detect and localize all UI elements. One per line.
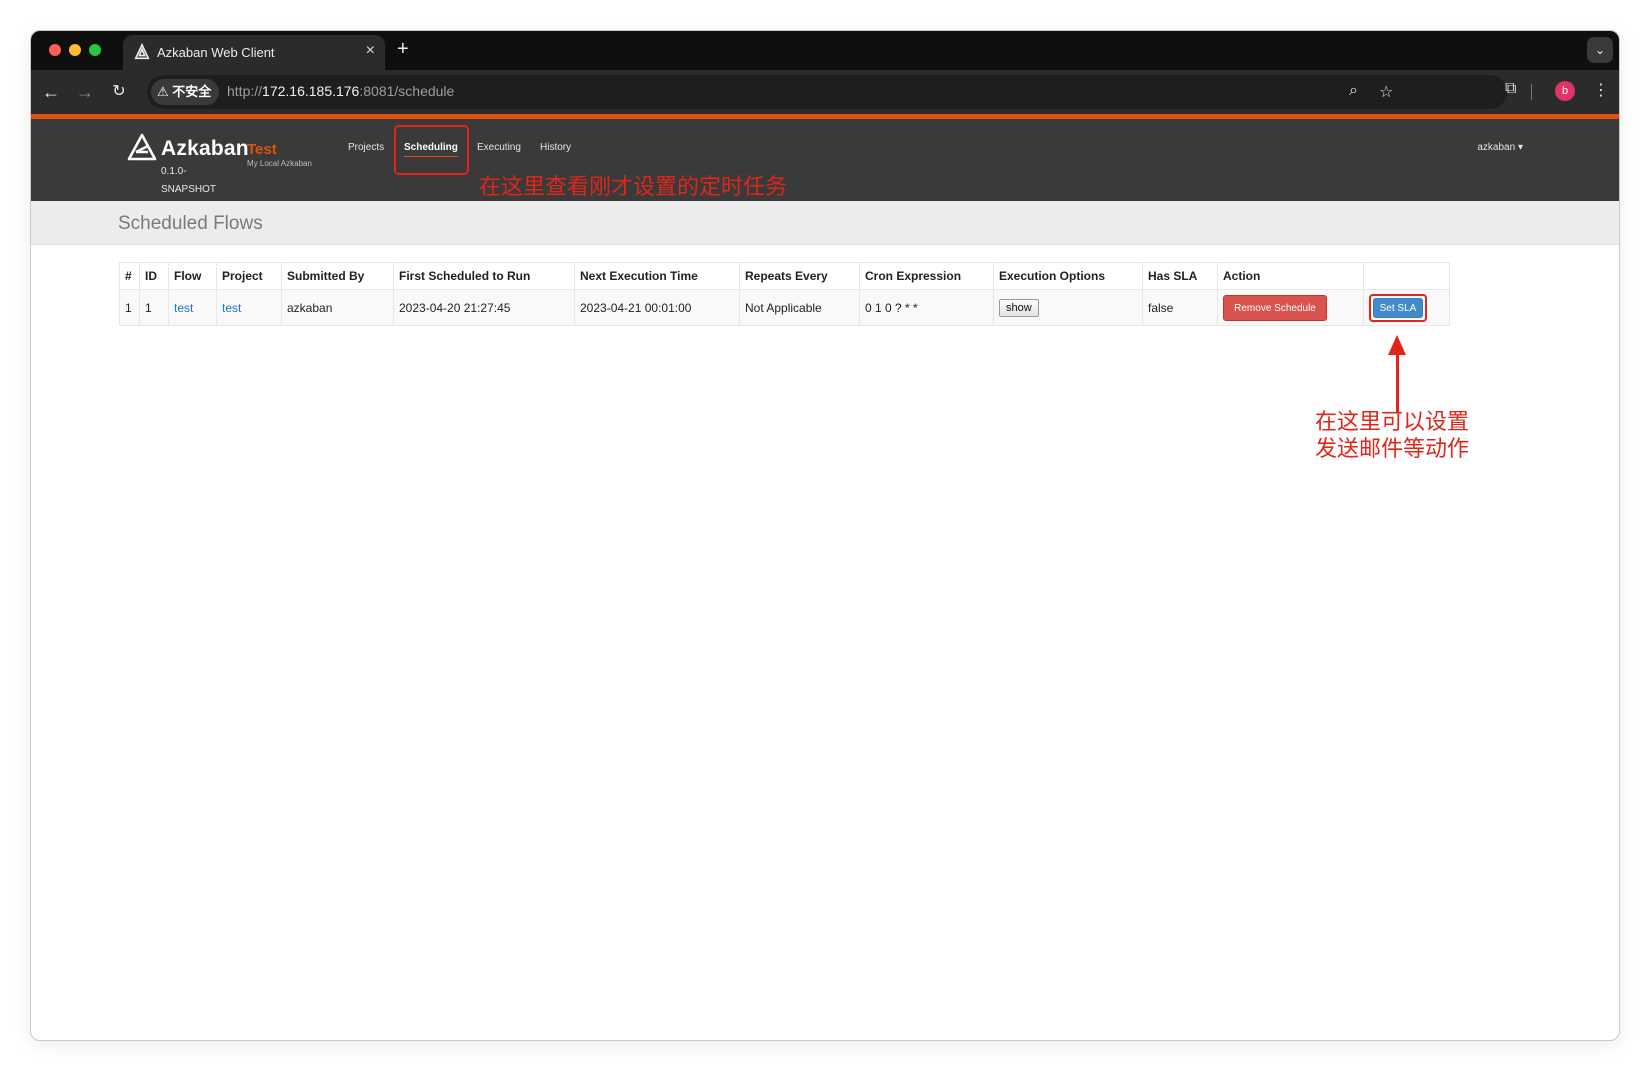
annotation-arrow-line bbox=[1396, 353, 1399, 413]
browser-menu-icon[interactable]: ⋮ bbox=[1593, 80, 1609, 100]
azkaban-header: Azkaban 0.1.0-SNAPSHOT Test My Local Azk… bbox=[31, 119, 1619, 201]
scheduling-highlight-box bbox=[394, 125, 469, 175]
url-path: :8081/schedule bbox=[359, 83, 455, 99]
azkaban-logo-icon[interactable] bbox=[127, 133, 157, 161]
version-label: 0.1.0-SNAPSHOT bbox=[161, 166, 217, 195]
environment-name: Test bbox=[247, 141, 277, 158]
project-link[interactable]: test bbox=[216, 289, 282, 326]
zoom-icon[interactable]: ⌕ bbox=[1349, 82, 1358, 100]
minimize-window-button[interactable] bbox=[69, 44, 81, 56]
col-id: ID bbox=[139, 262, 169, 290]
cell-id: 1 bbox=[139, 289, 169, 326]
page-header: Scheduled Flows bbox=[31, 201, 1619, 245]
tab-search-button[interactable]: ⌄ bbox=[1587, 37, 1613, 63]
show-options-button[interactable]: show bbox=[999, 298, 1039, 317]
cell-has-sla: false bbox=[1142, 289, 1218, 326]
profile-avatar[interactable]: b bbox=[1555, 81, 1575, 101]
environment-description: My Local Azkaban bbox=[247, 159, 312, 168]
cell-num: 1 bbox=[119, 289, 140, 326]
browser-window: Azkaban Web Client × + ⌄ ← → ↻ ⚠ 不安全 htt… bbox=[30, 30, 1620, 1041]
cell-next-execution: 2023-04-21 00:01:00 bbox=[574, 289, 740, 326]
nav-history[interactable]: History bbox=[540, 142, 571, 153]
extensions-icon[interactable]: ⧉ bbox=[1505, 80, 1516, 98]
annotation-set-sla: 在这里可以设置 发送邮件等动作 bbox=[1315, 409, 1515, 463]
azkaban-favicon-icon bbox=[134, 43, 150, 60]
annotation-arrow-head bbox=[1388, 335, 1406, 355]
tab-title: Azkaban Web Client bbox=[157, 45, 275, 60]
nav-projects[interactable]: Projects bbox=[348, 142, 384, 153]
close-window-button[interactable] bbox=[49, 44, 61, 56]
col-has-sla: Has SLA bbox=[1142, 262, 1218, 290]
scheduled-flows-table: # ID Flow Project Submitted By First Sch… bbox=[119, 262, 1450, 326]
reload-button[interactable]: ↻ bbox=[107, 80, 131, 104]
col-action: Action bbox=[1217, 262, 1364, 290]
page-title: Scheduled Flows bbox=[118, 213, 263, 234]
new-tab-button[interactable]: + bbox=[397, 38, 409, 61]
tab-strip: Azkaban Web Client × + ⌄ bbox=[31, 31, 1619, 70]
toolbar-divider bbox=[1531, 84, 1532, 100]
col-exec-options: Execution Options bbox=[993, 262, 1143, 290]
caret-down-icon: ▾ bbox=[1517, 142, 1523, 153]
set-sla-highlight-box: Set SLA bbox=[1369, 293, 1427, 322]
user-name: azkaban bbox=[1477, 142, 1516, 153]
col-next-execution: Next Execution Time bbox=[574, 262, 740, 290]
cell-action-remove: Remove Schedule bbox=[1217, 289, 1364, 326]
col-project: Project bbox=[216, 262, 282, 290]
nav-executing[interactable]: Executing bbox=[477, 142, 521, 153]
warning-icon: ⚠ bbox=[157, 84, 169, 99]
cell-action-sla: Set SLA bbox=[1363, 289, 1450, 326]
set-sla-button[interactable]: Set SLA bbox=[1373, 297, 1423, 318]
col-flow: Flow bbox=[168, 262, 217, 290]
table-row: 1 1 test test azkaban 2023-04-20 21:27:4… bbox=[119, 289, 1450, 326]
col-cron: Cron Expression bbox=[859, 262, 994, 290]
col-first-scheduled: First Scheduled to Run bbox=[393, 262, 575, 290]
cell-cron: 0 1 0 ? * * bbox=[859, 289, 994, 326]
col-num: # bbox=[119, 262, 140, 290]
bookmark-star-icon[interactable]: ☆ bbox=[1379, 82, 1393, 102]
user-menu[interactable]: azkaban ▾ bbox=[1477, 142, 1523, 153]
cell-first-scheduled: 2023-04-20 21:27:45 bbox=[393, 289, 575, 326]
url-host: 172.16.185.176 bbox=[262, 83, 360, 99]
cell-submitted-by: azkaban bbox=[281, 289, 394, 326]
maximize-window-button[interactable] bbox=[89, 44, 101, 56]
table-header-row: # ID Flow Project Submitted By First Sch… bbox=[119, 262, 1450, 290]
url-text[interactable]: http://172.16.185.176:8081/schedule bbox=[227, 83, 454, 99]
annotation-set-sla-line2: 发送邮件等动作 bbox=[1315, 437, 1470, 462]
security-label: 不安全 bbox=[172, 84, 212, 99]
col-submitted-by: Submitted By bbox=[281, 262, 394, 290]
annotation-set-sla-line1: 在这里可以设置 bbox=[1315, 410, 1470, 435]
remove-schedule-button[interactable]: Remove Schedule bbox=[1223, 294, 1327, 321]
browser-toolbar: ← → ↻ ⚠ 不安全 http://172.16.185.176:8081/s… bbox=[31, 70, 1619, 114]
cell-exec-options: show bbox=[993, 289, 1143, 326]
url-scheme: http:// bbox=[227, 83, 263, 99]
col-action-extra bbox=[1363, 262, 1450, 290]
annotation-scheduling: 在这里查看刚才设置的定时任务 bbox=[479, 175, 788, 200]
brand-name[interactable]: Azkaban bbox=[161, 137, 249, 161]
flow-link[interactable]: test bbox=[168, 289, 217, 326]
forward-button[interactable]: → bbox=[73, 80, 97, 104]
close-tab-icon[interactable]: × bbox=[366, 42, 375, 60]
cell-repeats-every: Not Applicable bbox=[739, 289, 860, 326]
browser-tab[interactable]: Azkaban Web Client × bbox=[123, 35, 385, 70]
security-chip[interactable]: ⚠ 不安全 bbox=[151, 79, 220, 105]
back-button[interactable]: ← bbox=[39, 80, 63, 104]
address-bar[interactable]: ⚠ 不安全 http://172.16.185.176:8081/schedul… bbox=[147, 75, 1507, 109]
col-repeats-every: Repeats Every bbox=[739, 262, 860, 290]
